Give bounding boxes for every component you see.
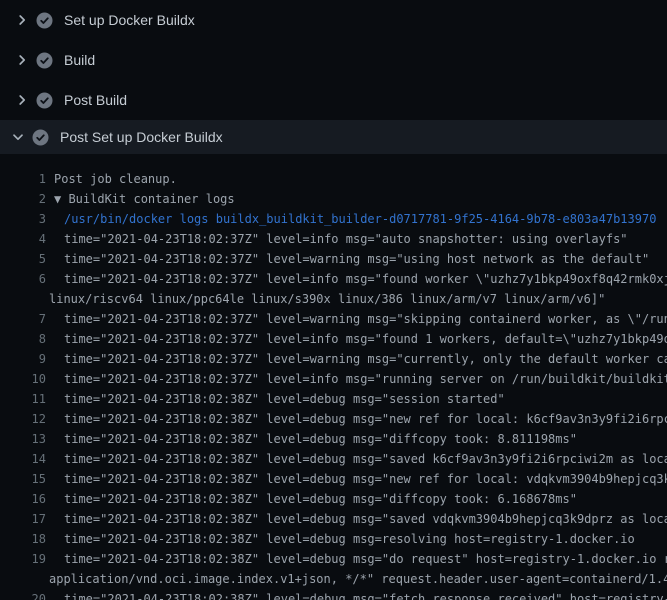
line-number[interactable]: 5 xyxy=(0,249,46,269)
line-number[interactable]: 19 xyxy=(0,549,46,569)
log-text: time="2021-04-23T18:02:38Z" level=debug … xyxy=(64,429,577,449)
log-text: time="2021-04-23T18:02:37Z" level=warnin… xyxy=(64,349,667,369)
line-number[interactable]: 10 xyxy=(0,369,46,389)
chevron-right-icon[interactable] xyxy=(14,92,30,108)
log-text: time="2021-04-23T18:02:38Z" level=debug … xyxy=(64,509,667,529)
log-line: 8 time="2021-04-23T18:02:37Z" level=info … xyxy=(0,329,667,349)
step-label: Build xyxy=(64,52,95,68)
log-line: 16 time="2021-04-23T18:02:38Z" level=debu… xyxy=(0,489,667,509)
log-text: time="2021-04-23T18:02:37Z" level=warnin… xyxy=(64,249,649,269)
log-text: Post job cleanup. xyxy=(54,169,177,189)
log-text: time="2021-04-23T18:02:38Z" level=debug … xyxy=(64,449,667,469)
log-text: time="2021-04-23T18:02:37Z" level=warnin… xyxy=(64,309,667,329)
line-number xyxy=(0,289,46,309)
line-number[interactable]: 13 xyxy=(0,429,46,449)
line-number[interactable]: 7 xyxy=(0,309,46,329)
log-text: time="2021-04-23T18:02:38Z" level=debug … xyxy=(64,389,505,409)
log-line: 6 time="2021-04-23T18:02:37Z" level=info … xyxy=(0,269,667,289)
line-number[interactable]: 3 xyxy=(0,209,46,229)
log-line: 17 time="2021-04-23T18:02:38Z" level=debu… xyxy=(0,509,667,529)
log-text[interactable]: ▼ BuildKit container logs xyxy=(54,189,235,209)
log-line: 7 time="2021-04-23T18:02:37Z" level=warni… xyxy=(0,309,667,329)
check-circle-icon xyxy=(32,129,49,146)
log-line: 5 time="2021-04-23T18:02:37Z" level=warni… xyxy=(0,249,667,269)
log-text: time="2021-04-23T18:02:37Z" level=info m… xyxy=(64,369,667,389)
line-number xyxy=(0,569,46,589)
check-circle-icon xyxy=(36,12,53,29)
log-line: 19 time="2021-04-23T18:02:38Z" level=debu… xyxy=(0,549,667,569)
command-text: /usr/bin/docker logs buildx_buildkit_bui… xyxy=(64,209,656,229)
step-list: Set up Docker Buildx Build Post Build Post … xyxy=(0,0,667,154)
step-label: Post Set up Docker Buildx xyxy=(60,129,223,145)
log-line: 12 time="2021-04-23T18:02:38Z" level=debu… xyxy=(0,409,667,429)
log-text: time="2021-04-23T18:02:38Z" level=debug … xyxy=(64,489,577,509)
line-number[interactable]: 18 xyxy=(0,529,46,549)
step-row-build[interactable]: Build xyxy=(0,40,667,80)
log-line: 11 time="2021-04-23T18:02:38Z" level=debu… xyxy=(0,389,667,409)
log-line: 20 time="2021-04-23T18:02:38Z" level=debu… xyxy=(0,589,667,600)
line-number[interactable]: 15 xyxy=(0,469,46,489)
log-text: time="2021-04-23T18:02:37Z" level=info m… xyxy=(64,329,667,349)
step-row-post-build[interactable]: Post Build xyxy=(0,80,667,120)
log-line: 3/usr/bin/docker logs buildx_buildkit_bu… xyxy=(0,209,667,229)
line-number[interactable]: 14 xyxy=(0,449,46,469)
actions-log-viewer: Set up Docker Buildx Build Post Build Post … xyxy=(0,0,667,600)
log-text: time="2021-04-23T18:02:38Z" level=debug … xyxy=(64,589,667,600)
step-row-set-up-docker-buildx[interactable]: Set up Docker Buildx xyxy=(0,0,667,40)
line-number[interactable]: 2 xyxy=(0,189,46,209)
step-label: Post Build xyxy=(64,92,127,108)
log-text: time="2021-04-23T18:02:38Z" level=debug … xyxy=(64,529,635,549)
group-title: BuildKit container logs xyxy=(68,192,234,206)
log-line-continuation: linux/riscv64 linux/ppc64le linux/s390x … xyxy=(0,289,667,309)
log-line: 15 time="2021-04-23T18:02:38Z" level=debu… xyxy=(0,469,667,489)
log-text: time="2021-04-23T18:02:37Z" level=info m… xyxy=(64,229,628,249)
line-number[interactable]: 1 xyxy=(0,169,46,189)
log-text: time="2021-04-23T18:02:38Z" level=debug … xyxy=(64,469,667,489)
line-number[interactable]: 4 xyxy=(0,229,46,249)
chevron-right-icon[interactable] xyxy=(14,12,30,28)
log-line: 9 time="2021-04-23T18:02:37Z" level=warni… xyxy=(0,349,667,369)
check-circle-icon xyxy=(36,92,53,109)
log-line: 10 time="2021-04-23T18:02:37Z" level=info… xyxy=(0,369,667,389)
step-row-post-set-up-docker-buildx[interactable]: Post Set up Docker Buildx xyxy=(0,120,667,154)
log-line: 4 time="2021-04-23T18:02:37Z" level=info … xyxy=(0,229,667,249)
group-toggle-icon[interactable]: ▼ xyxy=(54,192,68,206)
log-line: 18 time="2021-04-23T18:02:38Z" level=debu… xyxy=(0,529,667,549)
line-number[interactable]: 8 xyxy=(0,329,46,349)
log-line: 13 time="2021-04-23T18:02:38Z" level=debu… xyxy=(0,429,667,449)
log-text: linux/riscv64 linux/ppc64le linux/s390x … xyxy=(49,289,605,309)
line-number[interactable]: 20 xyxy=(0,589,46,600)
log-line-continuation: application/vnd.oci.image.index.v1+json,… xyxy=(0,569,667,589)
line-number[interactable]: 12 xyxy=(0,409,46,429)
line-number[interactable]: 6 xyxy=(0,269,46,289)
chevron-right-icon[interactable] xyxy=(14,52,30,68)
step-label: Set up Docker Buildx xyxy=(64,12,195,28)
log-text: time="2021-04-23T18:02:37Z" level=info m… xyxy=(64,269,667,289)
log-line: 2 ▼ BuildKit container logs xyxy=(0,189,667,209)
log-text: time="2021-04-23T18:02:38Z" level=debug … xyxy=(64,549,667,569)
log-line: 14 time="2021-04-23T18:02:38Z" level=debu… xyxy=(0,449,667,469)
line-number[interactable]: 9 xyxy=(0,349,46,369)
log-text: application/vnd.oci.image.index.v1+json,… xyxy=(49,569,667,589)
log-text: time="2021-04-23T18:02:38Z" level=debug … xyxy=(64,409,667,429)
line-number[interactable]: 16 xyxy=(0,489,46,509)
log-line: 1 Post job cleanup. xyxy=(0,169,667,189)
chevron-down-icon[interactable] xyxy=(10,129,26,145)
line-number[interactable]: 11 xyxy=(0,389,46,409)
check-circle-icon xyxy=(36,52,53,69)
log-area: 1 Post job cleanup. 2 ▼ BuildKit container … xyxy=(0,154,667,600)
line-number[interactable]: 17 xyxy=(0,509,46,529)
